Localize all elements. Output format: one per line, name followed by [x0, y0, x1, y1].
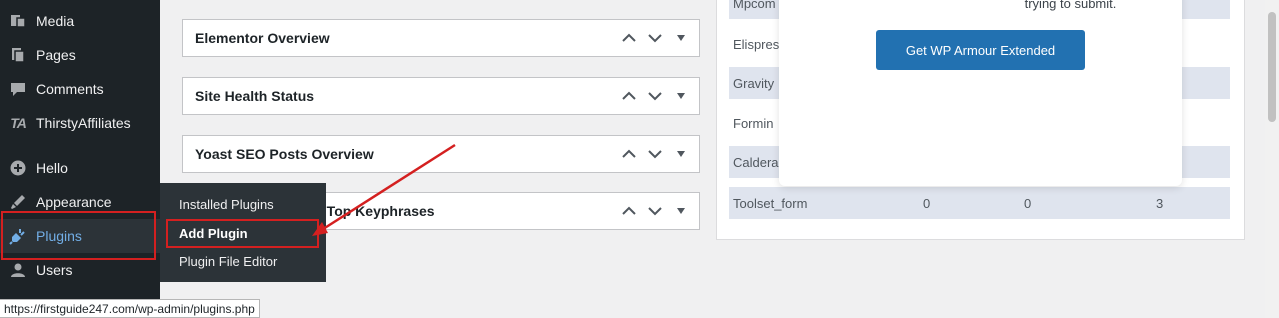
- page-scrollbar[interactable]: [1265, 0, 1279, 318]
- toggle-panel-icon[interactable]: [671, 86, 691, 106]
- widget-site-health-status: Site Health Status: [182, 77, 700, 115]
- pages-icon: [8, 45, 28, 65]
- toggle-panel-icon[interactable]: [671, 144, 691, 164]
- menu-item-plugins[interactable]: Plugins: [0, 219, 160, 253]
- toggle-panel-icon[interactable]: [671, 201, 691, 221]
- submenu-label: Add Plugin: [179, 225, 248, 241]
- admin-sidebar: Media Pages Comments TA ThirstyAffiliate…: [0, 0, 160, 318]
- table-cell: 0: [1024, 195, 1032, 211]
- widget-title: Yoast SEO Posts Overview: [195, 146, 374, 162]
- submenu-plugin-file-editor[interactable]: Plugin File Editor: [160, 247, 326, 275]
- widget-title: Elementor Overview: [195, 30, 330, 46]
- move-down-icon[interactable]: [645, 144, 665, 164]
- menu-item-appearance[interactable]: Appearance: [0, 185, 160, 219]
- plugins-icon: [8, 226, 28, 246]
- upgrade-modal: trying to submit. Get WP Armour Extended: [779, 0, 1182, 186]
- table-row: Toolset_form 0 0 3: [729, 187, 1230, 219]
- table-cell: Caldera: [733, 154, 779, 170]
- menu-item-label: Comments: [36, 81, 104, 97]
- move-up-icon[interactable]: [619, 201, 639, 221]
- widget-title: Site Health Status: [195, 88, 315, 104]
- toggle-panel-icon[interactable]: [671, 28, 691, 48]
- table-cell: Formin: [733, 115, 774, 131]
- menu-item-pages[interactable]: Pages: [0, 38, 160, 72]
- modal-text: trying to submit.: [1024, 0, 1117, 11]
- submenu-label: Installed Plugins: [179, 196, 274, 212]
- menu-item-hello[interactable]: Hello: [0, 151, 160, 185]
- menu-item-label: ThirstyAffiliates: [36, 115, 131, 131]
- table-cell: Gravity: [733, 75, 775, 91]
- table-cell: Mpcom: [733, 0, 776, 11]
- menu-item-label: Media: [36, 13, 75, 29]
- status-bar-url: https://firstguide247.com/wp-admin/plugi…: [0, 299, 260, 318]
- submenu-installed-plugins[interactable]: Installed Plugins: [160, 190, 326, 218]
- submenu-label: Plugin File Editor: [179, 253, 278, 269]
- table-cell: 0: [923, 195, 931, 211]
- move-down-icon[interactable]: [645, 201, 665, 221]
- menu-item-label: Pages: [36, 47, 76, 63]
- move-down-icon[interactable]: [645, 28, 665, 48]
- widget-elementor-overview: Elementor Overview: [182, 19, 700, 57]
- widget-title: s Top Keyphrases: [315, 203, 435, 219]
- menu-item-label: Appearance: [36, 194, 112, 210]
- scrollbar-thumb[interactable]: [1268, 12, 1276, 122]
- widget-yoast-seo-posts-overview: Yoast SEO Posts Overview: [182, 135, 700, 173]
- menu-item-media[interactable]: Media: [0, 4, 160, 38]
- move-up-icon[interactable]: [619, 144, 639, 164]
- move-down-icon[interactable]: [645, 86, 665, 106]
- hello-icon: [8, 158, 28, 178]
- thirstyaffiliates-icon: TA: [8, 113, 28, 133]
- move-up-icon[interactable]: [619, 86, 639, 106]
- appearance-icon: [8, 192, 28, 212]
- menu-item-label: Users: [36, 262, 73, 278]
- plugins-flyout-submenu-overlay: Installed Plugins Add Plugin Plugin File…: [160, 183, 326, 282]
- menu-item-thirstyaffiliates[interactable]: TA ThirstyAffiliates: [0, 106, 160, 140]
- users-icon: [8, 260, 28, 280]
- media-icon: [8, 11, 28, 31]
- submenu-add-plugin[interactable]: Add Plugin: [160, 219, 326, 247]
- table-cell: 3: [1156, 195, 1164, 211]
- get-wp-armour-extended-button[interactable]: Get WP Armour Extended: [876, 30, 1085, 70]
- thirstyaffiliates-icon-text: TA: [10, 115, 27, 131]
- menu-item-label: Plugins: [36, 228, 82, 244]
- table-cell: Toolset_form: [733, 195, 808, 211]
- menu-item-comments[interactable]: Comments: [0, 72, 160, 106]
- move-up-icon[interactable]: [619, 28, 639, 48]
- menu-item-label: Hello: [36, 160, 68, 176]
- table-cell: Elispres: [733, 36, 780, 52]
- comments-icon: [8, 79, 28, 99]
- menu-item-users[interactable]: Users: [0, 253, 160, 287]
